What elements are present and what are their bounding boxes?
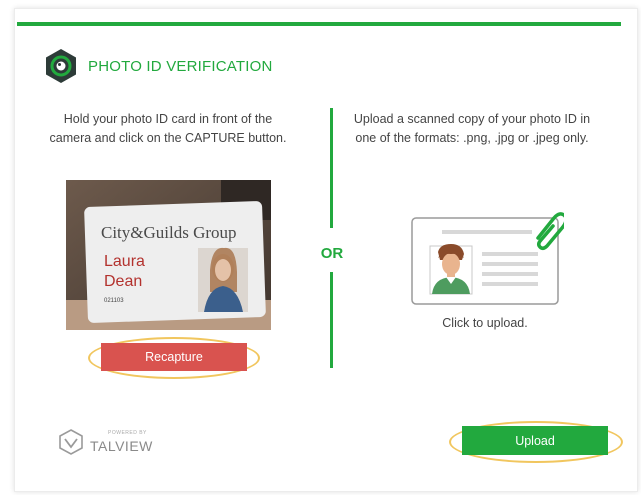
click-to-upload-label[interactable]: Click to upload. [400,316,570,330]
capture-instructions: Hold your photo ID card in front of the … [49,112,287,145]
divider-line-bottom [330,272,333,368]
camera-lens-icon [46,49,76,83]
divider-line-top [330,108,333,228]
card-last-name: Dean [104,273,142,290]
camera-capture-photo: City&Guilds Group Laura Dean 021103 [66,180,271,330]
recapture-button[interactable]: Recapture [101,343,247,371]
talview-logo-icon [59,429,83,455]
header: PHOTO ID VERIFICATION [44,48,273,84]
upload-instructions: Upload a scanned copy of your photo ID i… [353,112,591,145]
card-first-name: Laura [104,253,145,270]
or-separator: OR [320,245,344,262]
upload-dropzone[interactable] [402,206,564,306]
footer-logo: POWERED BY TALVIEW [58,428,152,456]
brand-name: TALVIEW [90,438,153,454]
page-title: PHOTO ID VERIFICATION [88,57,273,75]
id-card-paperclip-icon [411,212,564,305]
card-number: 021103 [104,298,124,304]
upload-button[interactable]: Upload [462,426,608,455]
powered-by-label: POWERED BY [108,430,147,436]
top-accent-bar [17,22,621,26]
card-org-text: City&Guilds Group [101,223,237,242]
